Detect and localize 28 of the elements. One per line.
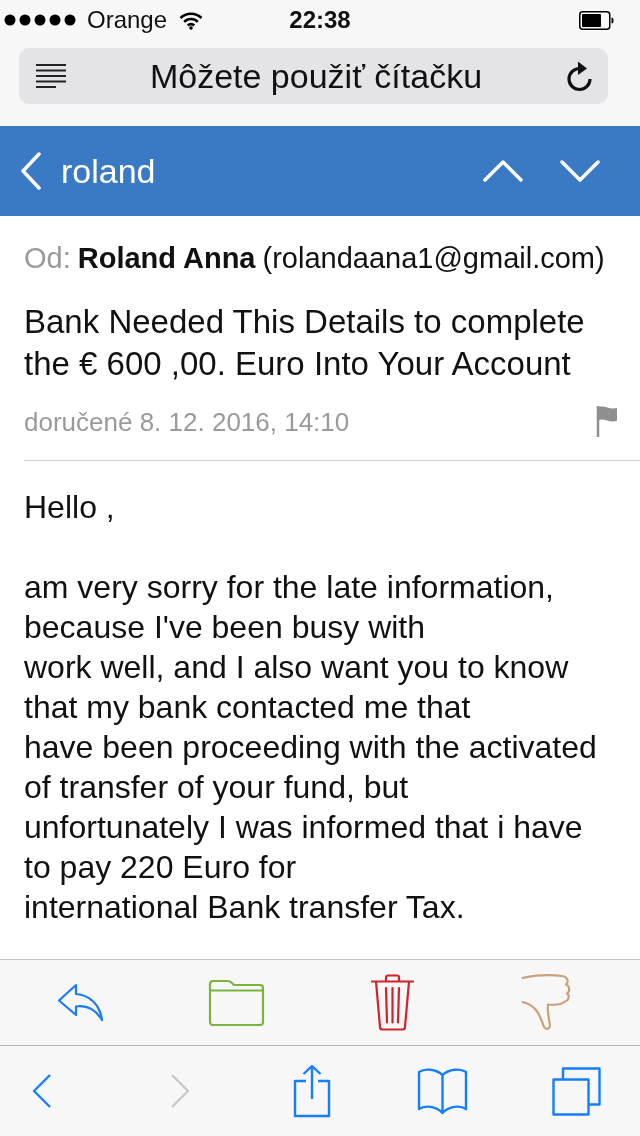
share-icon[interactable] xyxy=(293,1064,331,1118)
bookmarks-icon[interactable] xyxy=(416,1067,468,1115)
back-button[interactable]: roland xyxy=(20,151,156,191)
address-text: Môžete použiť čítačku xyxy=(148,56,484,96)
tabs-icon[interactable] xyxy=(551,1066,601,1116)
carrier-name: Orange xyxy=(87,6,168,34)
wifi-icon xyxy=(179,10,204,30)
received-date: doručené 8. 12. 2016, 14:10 xyxy=(24,405,350,438)
reader-icon[interactable] xyxy=(36,64,66,88)
message-subject: Bank Needed This Details to complete the € 600 ,00. Euro Into Your Account xyxy=(24,302,586,384)
chevron-left-icon xyxy=(20,152,42,190)
flag-icon[interactable] xyxy=(596,405,618,438)
battery-icon xyxy=(579,10,614,30)
message-body: am very sorry for the late information, because I've been busy with work well, and I also want you to know that my bank contacted me that have been proceeding with the activated of transfer of your fund, but unfortunately I was informed that i have to pay 220 Euro for international Bank transfer Tax. xyxy=(24,568,598,927)
sender-name: Roland Anna xyxy=(77,241,256,275)
reply-icon[interactable] xyxy=(56,983,104,1022)
reload-icon[interactable] xyxy=(566,60,593,92)
folder-icon[interactable] xyxy=(207,978,265,1027)
chevron-down-icon[interactable] xyxy=(560,160,600,182)
greeting-text: Hello , xyxy=(24,488,116,527)
address-bar[interactable]: Môžete použiť čítačku xyxy=(19,48,608,104)
status-time: 22:38 xyxy=(289,6,351,34)
signal-strength-icon xyxy=(4,14,76,26)
trash-icon[interactable] xyxy=(370,974,414,1031)
chevron-up-icon[interactable] xyxy=(483,160,523,182)
sender-email: (rolandaana1@gmail.com) xyxy=(262,241,605,275)
from-label: Od: xyxy=(24,241,71,275)
back-icon[interactable] xyxy=(32,1073,52,1109)
